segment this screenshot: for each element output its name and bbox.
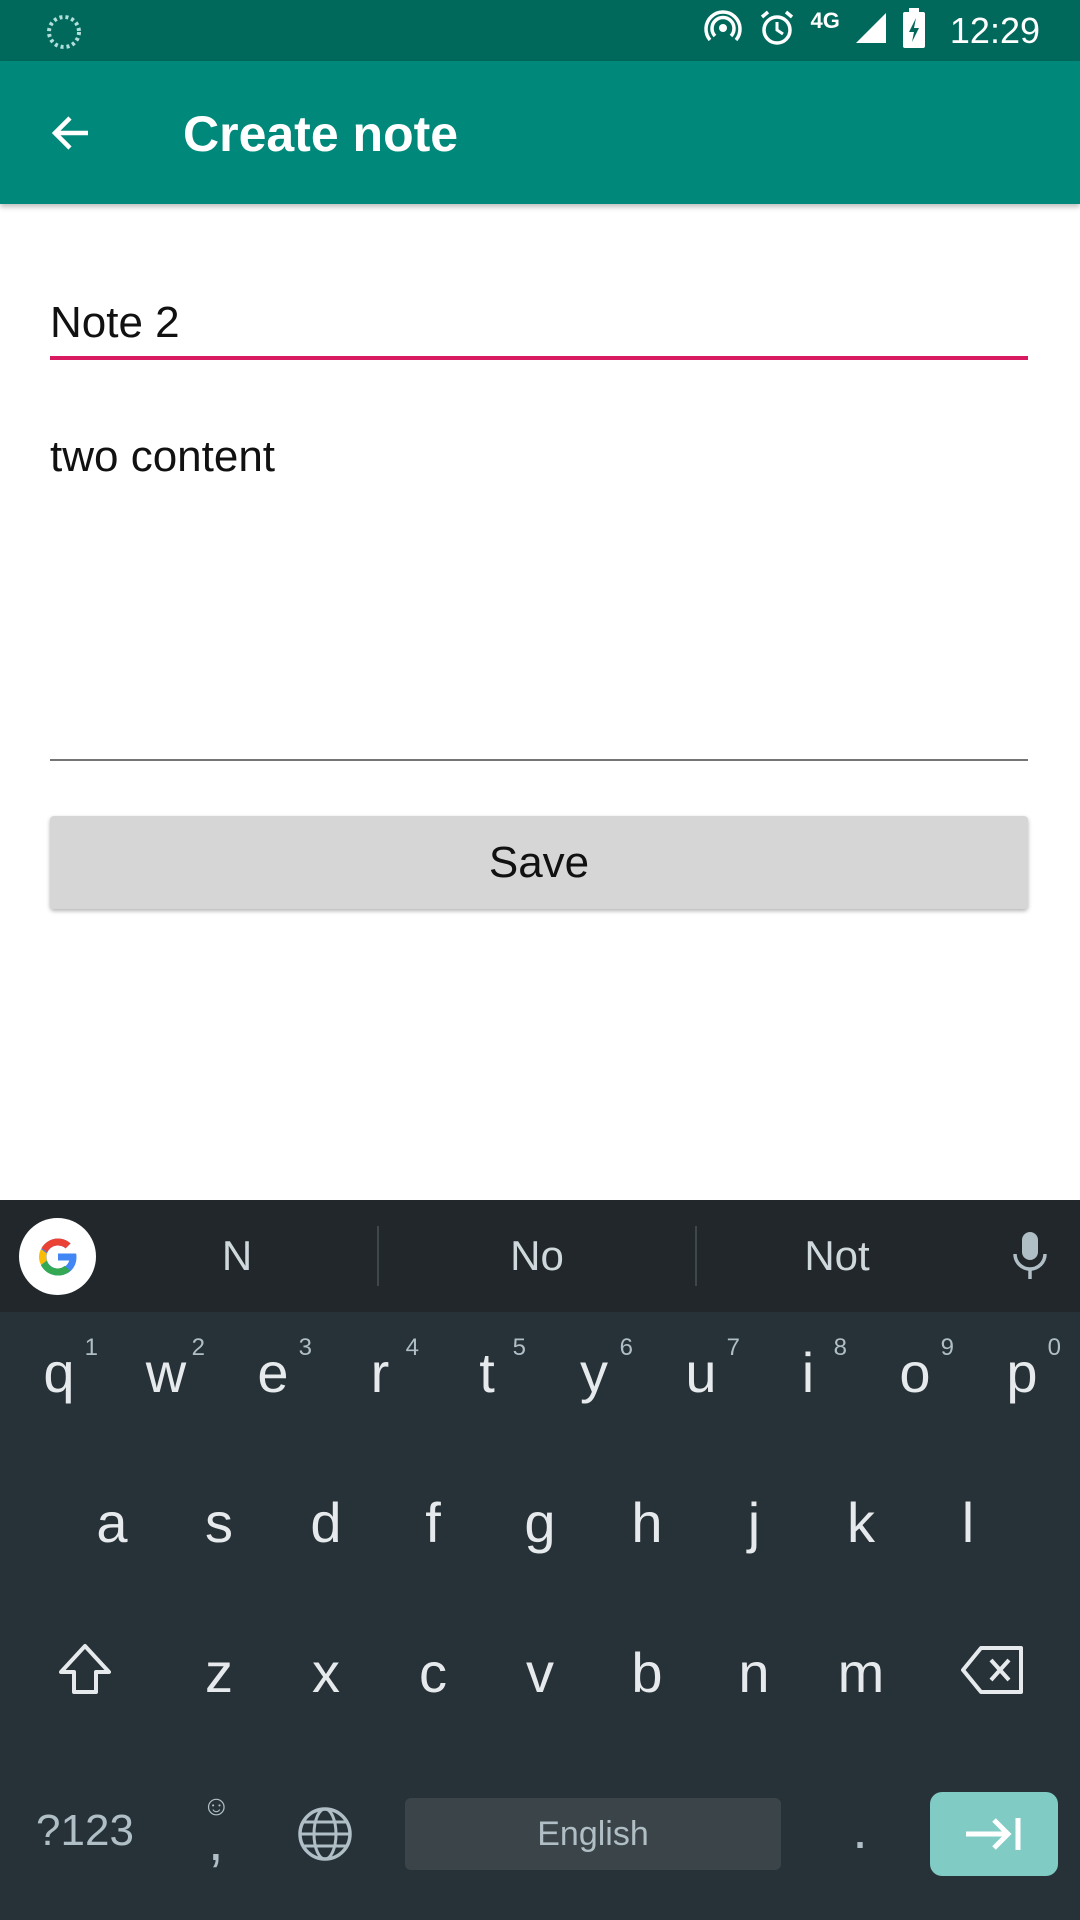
- key-hint: 2: [191, 1334, 205, 1361]
- key-d[interactable]: d: [273, 1490, 379, 1555]
- key-label: r: [370, 1341, 390, 1404]
- language-key[interactable]: [290, 1804, 360, 1877]
- key-g[interactable]: g: [487, 1490, 593, 1555]
- hotspot-icon: [703, 8, 743, 53]
- key-label: w: [145, 1341, 187, 1404]
- note-content-input[interactable]: two content: [50, 424, 1028, 754]
- key-hint: 4: [405, 1334, 419, 1361]
- suggestion-divider: [377, 1226, 379, 1286]
- status-bar: 4G 12:29: [0, 0, 1080, 61]
- mic-icon[interactable]: [1010, 1230, 1050, 1287]
- google-icon[interactable]: [19, 1218, 96, 1295]
- suggestion-1[interactable]: N: [128, 1200, 346, 1312]
- key-l[interactable]: l: [915, 1490, 1021, 1555]
- key-hint: 1: [84, 1334, 98, 1361]
- key-p[interactable]: p0: [969, 1334, 1075, 1405]
- key-z[interactable]: z: [166, 1640, 272, 1705]
- key-hint: 7: [726, 1334, 740, 1361]
- title-focus-underline: [50, 356, 1028, 360]
- key-h[interactable]: h: [594, 1490, 700, 1555]
- key-label: i: [801, 1341, 815, 1404]
- key-label: t: [479, 1341, 495, 1404]
- soft-keyboard: N No Not q1 w2 e3 r4 t5 y6 u7 i8 o9 p0 a…: [0, 1200, 1080, 1920]
- key-a[interactable]: a: [59, 1490, 165, 1555]
- emoji-comma-key[interactable]: ☺ ,: [178, 1790, 258, 1876]
- space-key[interactable]: English: [405, 1798, 781, 1870]
- page-title: Create note: [183, 106, 459, 162]
- network-type: 4G: [810, 7, 840, 33]
- key-label: o: [899, 1341, 931, 1404]
- symbols-key[interactable]: ?123: [20, 1806, 150, 1856]
- alarm-icon: [757, 8, 797, 53]
- suggestion-divider: [695, 1226, 697, 1286]
- key-label: p: [1006, 1341, 1038, 1404]
- key-e[interactable]: e3: [220, 1334, 326, 1405]
- key-t[interactable]: t5: [434, 1334, 540, 1405]
- content-underline: [50, 759, 1028, 761]
- key-hint: 0: [1047, 1334, 1061, 1361]
- suggestion-3[interactable]: Not: [728, 1200, 946, 1312]
- key-k[interactable]: k: [808, 1490, 914, 1555]
- key-m[interactable]: m: [808, 1640, 914, 1705]
- key-hint: 6: [619, 1334, 633, 1361]
- key-n[interactable]: n: [701, 1640, 807, 1705]
- suggestion-strip: N No Not: [0, 1200, 1080, 1312]
- key-o[interactable]: o9: [862, 1334, 968, 1405]
- clock-time: 12:29: [949, 9, 1040, 51]
- key-x[interactable]: x: [273, 1640, 379, 1705]
- key-label: e: [257, 1341, 289, 1404]
- back-button[interactable]: [38, 101, 102, 165]
- arrow-left-icon: [51, 116, 88, 150]
- key-hint: 5: [512, 1334, 526, 1361]
- shift-icon: [59, 1644, 111, 1694]
- key-label: u: [685, 1341, 717, 1404]
- key-j[interactable]: j: [701, 1490, 807, 1555]
- backspace-icon: [961, 1646, 1023, 1694]
- key-w[interactable]: w2: [113, 1334, 219, 1405]
- key-b[interactable]: b: [594, 1640, 700, 1705]
- key-u[interactable]: u7: [648, 1334, 754, 1405]
- key-c[interactable]: c: [380, 1640, 486, 1705]
- save-button[interactable]: Save: [50, 816, 1028, 909]
- next-key[interactable]: [930, 1792, 1058, 1876]
- key-s[interactable]: s: [166, 1490, 272, 1555]
- note-title-input[interactable]: [50, 288, 1028, 358]
- signal-icon: [854, 11, 888, 50]
- comma-label: ,: [208, 1809, 224, 1872]
- backspace-key[interactable]: [940, 1640, 1046, 1713]
- key-q[interactable]: q1: [6, 1334, 112, 1405]
- key-y[interactable]: y6: [541, 1334, 647, 1405]
- globe-icon: [298, 1807, 352, 1861]
- tab-next-icon: [966, 1818, 1021, 1850]
- key-f[interactable]: f: [380, 1490, 486, 1555]
- key-hint: 9: [940, 1334, 954, 1361]
- spinner-icon: [46, 14, 82, 55]
- key-hint: 3: [298, 1334, 312, 1361]
- shift-key[interactable]: [32, 1640, 138, 1713]
- key-label: y: [580, 1341, 608, 1404]
- battery-icon: [902, 8, 926, 53]
- period-key[interactable]: .: [810, 1796, 910, 1861]
- key-i[interactable]: i8: [755, 1334, 861, 1405]
- key-v[interactable]: v: [487, 1640, 593, 1705]
- key-r[interactable]: r4: [327, 1334, 433, 1405]
- key-label: q: [43, 1341, 75, 1404]
- app-bar: Create note: [0, 61, 1080, 204]
- suggestion-2[interactable]: No: [428, 1200, 646, 1312]
- key-hint: 8: [833, 1334, 847, 1361]
